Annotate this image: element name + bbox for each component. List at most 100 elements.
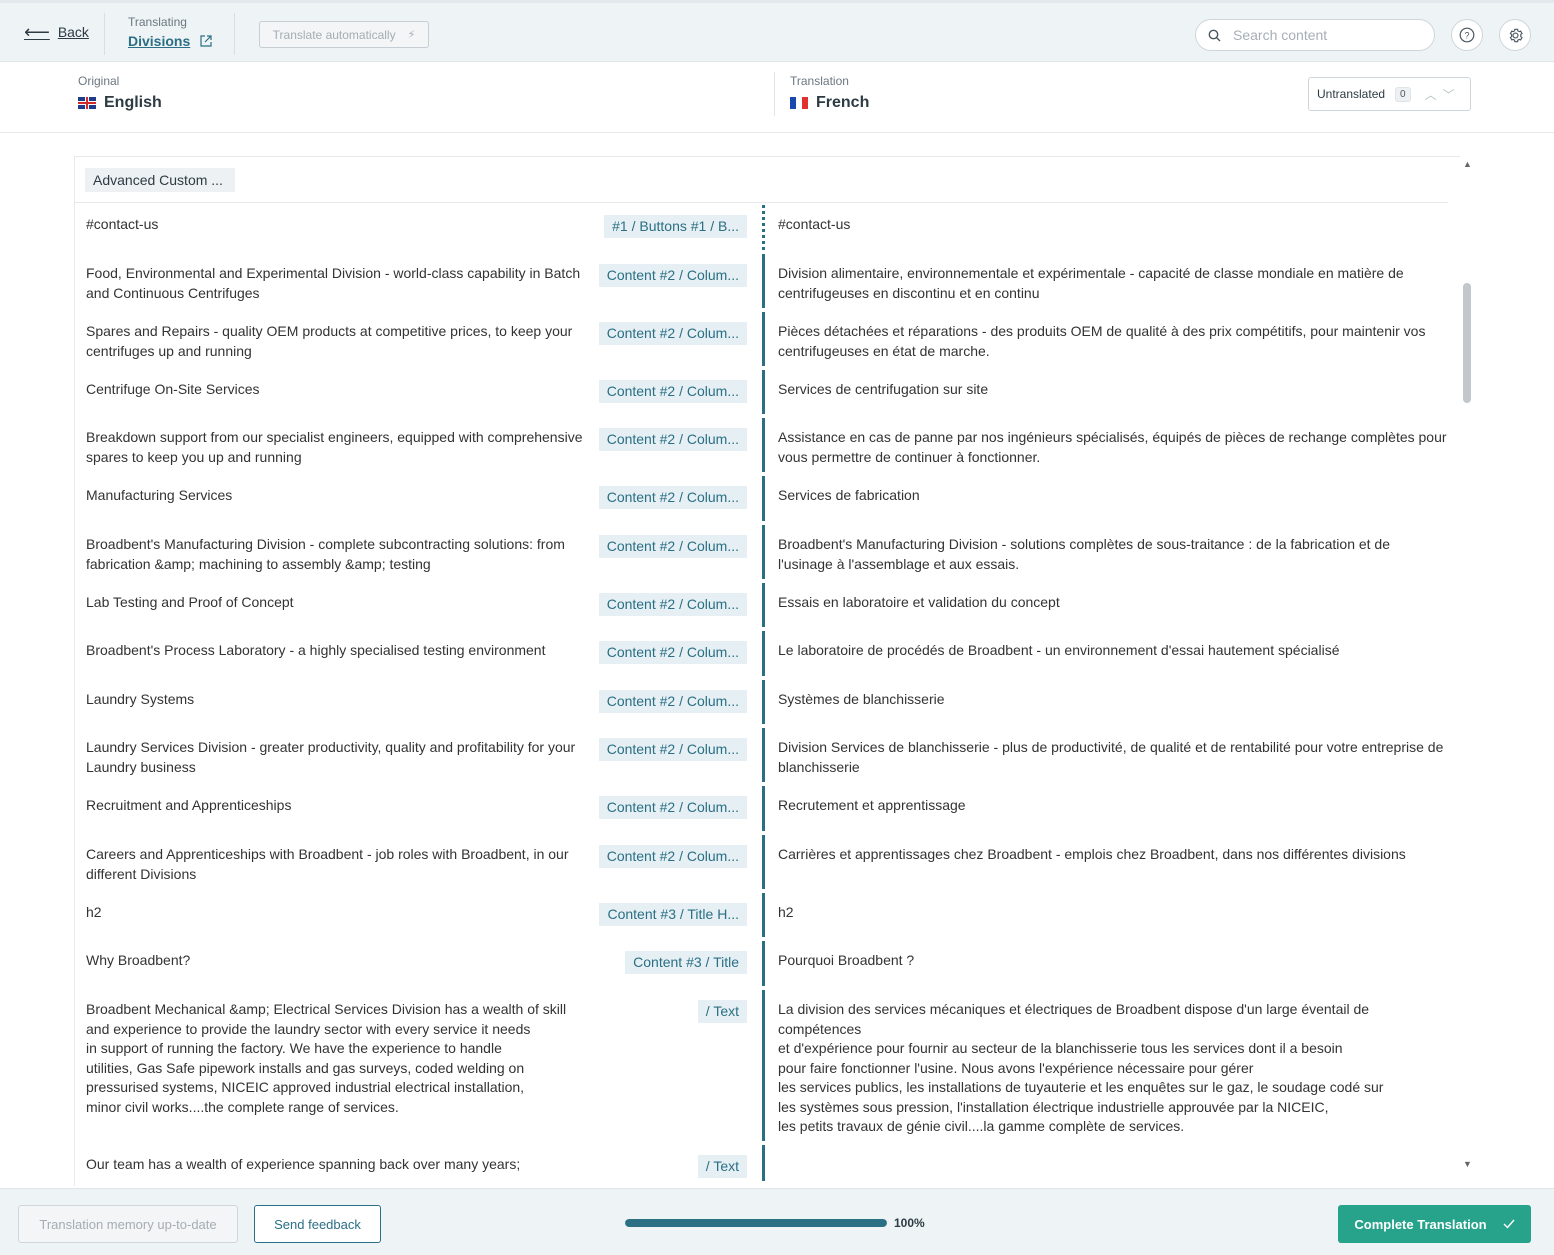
original-text: Manufacturing Services (86, 487, 233, 503)
field-path-tag: Content #3 / Title (625, 951, 747, 974)
translation-row[interactable]: Broadbent Mechanical &amp; Electrical Se… (75, 988, 1460, 1143)
field-path: Content #2 / Colum... (585, 264, 751, 310)
row-status-bar (762, 418, 765, 472)
translation-text[interactable]: Broadbent's Manufacturing Division - sol… (778, 535, 1448, 581)
scroll-up-arrow-icon[interactable]: ▲ (1463, 159, 1472, 169)
complete-translation-button[interactable]: Complete Translation (1338, 1205, 1531, 1243)
original-text: Broadbent's Manufacturing Division - com… (86, 536, 565, 572)
translation-text[interactable]: Carrières et apprentissages chez Broadbe… (778, 845, 1448, 891)
translation-text[interactable]: #contact-us (778, 215, 1448, 252)
translation-memory-button[interactable]: Translation memory up-to-date (18, 1205, 238, 1243)
divider (774, 72, 775, 116)
translation-text[interactable]: Essais en laboratoire et validation du c… (778, 593, 1448, 629)
untranslated-filter[interactable]: Untranslated 0 ︿ ﹀ (1308, 77, 1471, 111)
field-path-tag: Content #2 / Colum... (598, 796, 747, 819)
translation-text[interactable]: Pourquoi Broadbent ? (778, 951, 1448, 988)
translation-text[interactable]: h2 (778, 903, 1448, 939)
progress-bar (625, 1219, 887, 1227)
translation-row[interactable]: Laundry Services Division - greater prod… (75, 726, 1460, 784)
search-box (1195, 19, 1435, 51)
language-header: Original English Translation French Untr… (0, 62, 1554, 133)
group-tag[interactable]: Advanced Custom ... (85, 167, 235, 192)
untranslated-count-badge: 0 (1395, 86, 1411, 102)
translation-row[interactable]: Careers and Apprenticeships with Broadbe… (75, 833, 1460, 891)
translation-row[interactable]: #contact-us #1 / Buttons #1 / B... #contac… (75, 203, 1460, 252)
translation-text[interactable]: Division Services de blanchisserie - plu… (778, 738, 1448, 784)
translation-row[interactable]: Spares and Repairs - quality OEM product… (75, 310, 1460, 368)
complete-translation-label: Complete Translation (1354, 1216, 1487, 1232)
original-text: #contact-us (86, 216, 159, 232)
top-bar: ⟵ Back Translating Divisions Translate a… (0, 0, 1554, 62)
settings-button[interactable] (1499, 19, 1531, 51)
translation-row[interactable]: Laundry Systems Content #2 / Colum... Syst… (75, 678, 1460, 726)
translation-text[interactable]: La division des services mécaniques et é… (778, 1000, 1448, 1143)
original-text: Careers and Apprenticeships with Broadbe… (86, 846, 569, 882)
untranslated-label: Untranslated (1317, 87, 1386, 101)
translation-text[interactable]: Recrutement et apprentissage (778, 796, 1448, 833)
translation-row[interactable]: Food, Environmental and Experimental Div… (75, 252, 1460, 310)
search-input[interactable] (1233, 27, 1413, 43)
translation-row[interactable]: Our team has a wealth of experience span… (75, 1143, 1460, 1183)
field-path-tag: / Text (697, 1000, 747, 1023)
translating-label: Translating (128, 15, 187, 29)
field-path: Content #2 / Colum... (585, 593, 751, 629)
back-button[interactable]: ⟵ Back (24, 23, 89, 41)
divider (104, 13, 105, 55)
translation-row[interactable]: Centrifuge On-Site Services Content #2 / … (75, 368, 1460, 416)
translation-row[interactable]: Recruitment and Apprenticeships Content #… (75, 784, 1460, 833)
field-path-tag: Content #2 / Colum... (598, 593, 747, 616)
original-text: Our team has a wealth of experience span… (86, 1156, 521, 1172)
translation-row[interactable]: Lab Testing and Proof of Concept Content … (75, 581, 1460, 629)
group-header: Advanced Custom ... (75, 157, 1448, 203)
row-status-bar (762, 254, 765, 308)
row-status-bar (762, 990, 765, 1141)
translation-text[interactable]: Division alimentaire, environnementale e… (778, 264, 1448, 310)
progress-percent: 100% (894, 1216, 925, 1230)
translation-row[interactable]: h2 Content #3 / Title H... h2 (75, 891, 1460, 939)
france-flag-icon (790, 97, 808, 109)
chevron-down-icon[interactable]: ﹀ (1443, 86, 1455, 103)
field-path: Content #2 / Colum... (585, 428, 751, 474)
original-label: Original (78, 74, 120, 88)
translation-text[interactable]: Services de fabrication (778, 486, 1448, 523)
chevron-up-icon[interactable]: ︿ (1425, 86, 1437, 103)
external-link-icon (200, 35, 212, 47)
translation-row[interactable]: Manufacturing Services Content #2 / Colum… (75, 474, 1460, 523)
field-path: / Text (585, 1155, 751, 1183)
original-text: Recruitment and Apprenticeships (86, 797, 292, 813)
translation-text[interactable]: Services de centrifugation sur site (778, 380, 1448, 416)
translation-row[interactable]: Breakdown support from our specialist en… (75, 416, 1460, 474)
row-status-bar (762, 631, 765, 676)
field-path: Content #2 / Colum... (585, 641, 751, 678)
row-status-bar (762, 941, 765, 986)
translation-text[interactable]: Le laboratoire de procédés de Broadbent … (778, 641, 1448, 678)
row-status-bar (762, 680, 765, 724)
translation-text[interactable] (778, 1155, 1448, 1183)
scroll-down-arrow-icon[interactable]: ▼ (1463, 1159, 1472, 1169)
help-button[interactable]: ? (1451, 19, 1483, 51)
divider (234, 13, 235, 55)
page-title-link[interactable]: Divisions (128, 33, 212, 49)
scrollbar-thumb[interactable] (1463, 283, 1471, 403)
row-status-bar (762, 1145, 765, 1181)
translation-row[interactable]: Why Broadbent? Content #3 / Title Pourquoi… (75, 939, 1460, 988)
original-text: Breakdown support from our specialist en… (86, 429, 583, 465)
send-feedback-button[interactable]: Send feedback (254, 1205, 381, 1243)
page-title: Divisions (128, 33, 191, 49)
row-status-bar (762, 525, 765, 579)
translation-text[interactable]: Assistance en cas de panne par nos ingén… (778, 428, 1448, 474)
field-path-tag: Content #2 / Colum... (598, 380, 747, 403)
arrow-left-icon: ⟵ (24, 22, 50, 42)
translation-text[interactable]: Systèmes de blanchisserie (778, 690, 1448, 726)
field-path-tag: Content #2 / Colum... (598, 428, 747, 451)
field-path: #1 / Buttons #1 / B... (585, 215, 751, 252)
translation-text[interactable]: Pièces détachées et réparations - des pr… (778, 322, 1448, 368)
gear-icon (1509, 28, 1523, 42)
translation-row[interactable]: Broadbent's Process Laboratory - a highl… (75, 629, 1460, 678)
row-status-bar (762, 312, 765, 366)
translation-row[interactable]: Broadbent's Manufacturing Division - com… (75, 523, 1460, 581)
original-language: Original English (78, 74, 162, 112)
translation-language: Translation French (790, 74, 869, 112)
original-text: Lab Testing and Proof of Concept (86, 594, 294, 610)
translate-automatically-button[interactable]: Translate automatically ⚡︎ (259, 21, 429, 48)
